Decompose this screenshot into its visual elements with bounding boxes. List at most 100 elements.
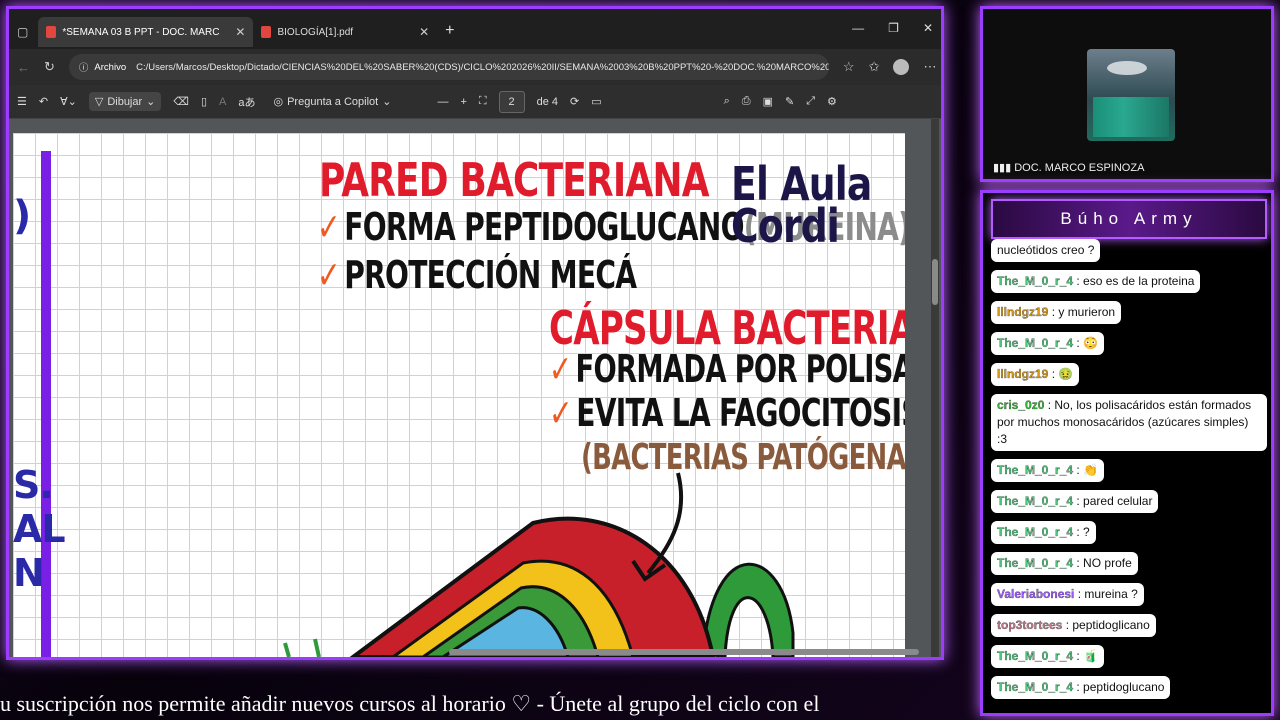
profile-icon[interactable] <box>893 59 910 75</box>
page-view-icon[interactable]: ▭ <box>591 95 601 108</box>
pdf-toolbar: ☰ ↶ ∀⌄ ▽ Dibujar ⌄ ⌫ ▯ A aあ ◎ Pregunta a… <box>9 85 941 119</box>
figures <box>1093 97 1169 137</box>
pdf-icon <box>46 26 57 38</box>
tab-bar: ▢ *SEMANA 03 B PPT - DOC. MARC ✕ BIOLOGÍ… <box>9 9 941 49</box>
chat-message: The_M_0_r_4 : eso es de la proteina <box>991 270 1201 293</box>
chat-text: : mureina ? <box>1077 587 1138 601</box>
chat-text: : 🧃 <box>1076 649 1098 663</box>
tab-biologia[interactable]: BIOLOGÍA[1].pdf ✕ <box>253 17 437 47</box>
chat-text: : ? <box>1076 525 1090 539</box>
chat-username[interactable]: cris_0z0 <box>997 398 1045 412</box>
chat-username[interactable]: The_M_0_r_4 <box>997 525 1073 539</box>
surgery-lamp <box>1107 61 1147 75</box>
chat-username[interactable]: lllndgz19 <box>997 367 1049 381</box>
undo-icon[interactable]: ↶ <box>39 95 48 108</box>
chat-messages[interactable]: nucleótidos creo ? The_M_0_r_4 : eso es d… <box>991 239 1271 707</box>
chat-text: : NO profe <box>1076 556 1132 570</box>
back-icon[interactable]: ← <box>17 60 30 75</box>
chat-panel: Búho Army nucleótidos creo ? The_M_0_r_4 … <box>980 190 1274 716</box>
rotate-icon[interactable]: ⟳ <box>570 95 579 108</box>
chat-username[interactable]: The_M_0_r_4 <box>997 649 1073 663</box>
highlight-icon[interactable]: ∀⌄ <box>60 95 77 108</box>
new-tab-icon[interactable]: + <box>445 22 454 40</box>
page-total: de 4 <box>536 95 558 108</box>
read-aloud-icon[interactable]: aあ <box>238 94 255 110</box>
refresh-icon[interactable]: ↻ <box>44 59 55 75</box>
chat-username[interactable]: Valeriabonesi <box>997 587 1075 601</box>
view-icon[interactable]: ▯ <box>201 95 207 108</box>
chat-message: top3tortees : peptidoglicano <box>991 614 1156 637</box>
bacteria-illustration <box>283 472 795 657</box>
contents-icon[interactable]: ☰ <box>17 95 27 108</box>
menu-icon[interactable]: ⋯ <box>923 59 936 75</box>
tab-label: BIOLOGÍA[1].pdf <box>277 26 354 38</box>
chat-text: : 👏 <box>1076 463 1098 477</box>
chat-message: cris_0z0 : No, los polisacáridos están f… <box>991 394 1267 451</box>
tab-label: *SEMANA 03 B PPT - DOC. MARC <box>62 26 220 38</box>
chat-username[interactable]: The_M_0_r_4 <box>997 336 1073 350</box>
zoom-out-icon[interactable]: — <box>437 96 448 108</box>
chat-title: Búho Army <box>991 199 1267 239</box>
maximize-icon[interactable]: ❐ <box>888 21 899 35</box>
webcam-panel: ▮▮▮ DOC. MARCO ESPINOZA <box>980 6 1274 182</box>
chat-message: lllndgz19 : y murieron <box>991 301 1122 324</box>
address-bar[interactable]: ⓘ Archivo C:/Users/Marcos/Desktop/Dictad… <box>68 54 829 80</box>
draw-button[interactable]: ▽ Dibujar ⌄ <box>88 92 162 111</box>
signal-icon: ▮▮▮ <box>993 162 1012 174</box>
chat-message: The_M_0_r_4 : peptidoglucano <box>991 676 1171 699</box>
stream-layout: ▢ *SEMANA 03 B PPT - DOC. MARC ✕ BIOLOGÍ… <box>0 0 1280 720</box>
close-icon[interactable]: ✕ <box>419 25 429 39</box>
tab-actions-icon[interactable]: ▢ <box>17 25 28 39</box>
ticker-text: u suscripción nos permite añadir nuevos … <box>0 691 820 716</box>
chat-message: The_M_0_r_4 : 🧃 <box>991 645 1104 668</box>
chat-text: : pared celular <box>1076 494 1153 508</box>
chat-message: The_M_0_r_4 : 👏 <box>991 459 1104 482</box>
chat-username[interactable]: The_M_0_r_4 <box>997 463 1073 477</box>
address-bar-row: ← ↻ ⓘ Archivo C:/Users/Marcos/Desktop/Di… <box>9 49 941 85</box>
chat-text: : peptidoglicano <box>1065 618 1150 632</box>
text-icon[interactable]: A <box>219 96 226 108</box>
chat-message: lllndgz19 : 🤢 <box>991 363 1080 386</box>
scroll-thumb[interactable] <box>932 259 938 305</box>
chat-text: : peptidoglucano <box>1076 680 1165 694</box>
flagellum <box>701 562 795 657</box>
save-icon[interactable]: ▣ <box>763 95 773 108</box>
page-number-input[interactable]: 2 <box>498 90 525 113</box>
chat-username[interactable]: The_M_0_r_4 <box>997 494 1073 508</box>
close-icon[interactable]: ✕ <box>235 25 245 39</box>
chat-username[interactable]: The_M_0_r_4 <box>997 556 1073 570</box>
vertical-scrollbar[interactable] <box>931 119 939 657</box>
favorite-icon[interactable]: ☆ <box>843 59 855 75</box>
chat-message: The_M_0_r_4 : 😳 <box>991 332 1104 355</box>
chat-message: Valeriabonesi : mureina ? <box>991 583 1144 606</box>
info-icon: ⓘ <box>78 63 89 74</box>
tab-semana[interactable]: *SEMANA 03 B PPT - DOC. MARC ✕ <box>38 17 254 47</box>
camera-name-label: ▮▮▮ DOC. MARCO ESPINOZA <box>993 162 1145 174</box>
fit-page-icon[interactable]: ⛶ <box>479 95 487 108</box>
print-icon[interactable]: ⎙ <box>742 95 751 108</box>
chat-username[interactable]: top3tortees <box>997 618 1063 632</box>
horizontal-scrollbar[interactable] <box>449 649 919 655</box>
address-prefix: Archivo <box>94 61 127 73</box>
pdf-viewer[interactable]: S. AL N ) PARED BACTERIANA ✓ FORMA PEPTID… <box>9 119 941 657</box>
minimize-icon[interactable]: — <box>852 21 864 35</box>
chat-text: : 😳 <box>1076 336 1098 350</box>
close-window-icon[interactable]: ✕ <box>923 21 933 35</box>
chat-text: : eso es de la proteina <box>1076 274 1195 288</box>
chat-username[interactable]: lllndgz19 <box>997 305 1049 319</box>
chat-username[interactable]: The_M_0_r_4 <box>997 274 1073 288</box>
window-controls: — ❐ ✕ <box>852 21 933 35</box>
fullscreen-icon[interactable]: ⤢ <box>806 95 815 108</box>
chat-username[interactable]: The_M_0_r_4 <box>997 680 1073 694</box>
eraser-icon[interactable]: ⌫ <box>173 95 189 108</box>
chevron-down-icon: ⌄ <box>382 96 392 108</box>
chat-message: The_M_0_r_4 : pared celular <box>991 490 1159 513</box>
settings-icon[interactable]: ⚙ <box>827 95 837 108</box>
favorites-icon[interactable]: ✩ <box>869 59 880 75</box>
zoom-in-icon[interactable]: + <box>460 96 466 108</box>
webcam-video <box>1087 49 1175 141</box>
save-as-icon[interactable]: ✎ <box>785 95 794 108</box>
chat-text: : y murieron <box>1051 305 1116 319</box>
search-icon[interactable]: ⌕ <box>724 95 730 108</box>
copilot-button[interactable]: ◎ Pregunta a Copilot ⌄ <box>267 92 397 111</box>
